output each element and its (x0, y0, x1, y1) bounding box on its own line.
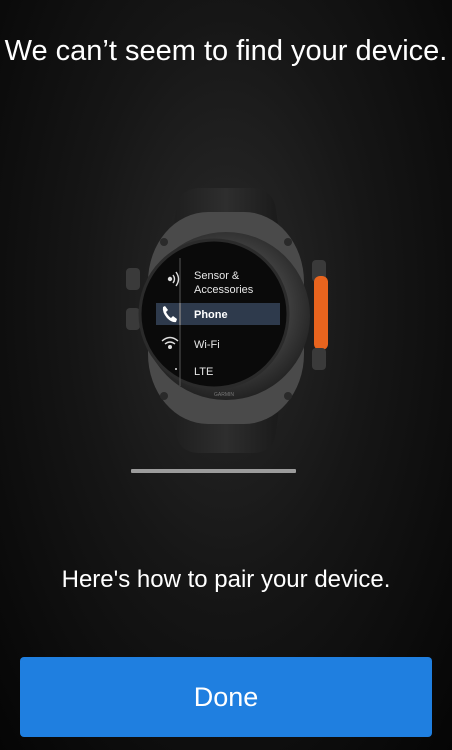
lte-icon (175, 368, 177, 370)
done-button[interactable]: Done (20, 657, 432, 737)
pairing-screen: We can’t seem to find your device. Senso… (0, 0, 452, 750)
page-indicator (131, 469, 296, 473)
menu-item-sensor-line1: Sensor & (194, 270, 240, 282)
watch-brand-logo: GARMIN (214, 392, 234, 398)
pairing-instructions-link[interactable]: Here's how to pair your device. (0, 563, 452, 597)
menu-item-sensor-line2: Accessories (194, 284, 254, 296)
menu-item-lte: LTE (194, 366, 213, 378)
menu-item-wifi: Wi-Fi (194, 339, 220, 351)
menu-item-phone: Phone (194, 309, 228, 321)
watch-accent-button (314, 276, 328, 350)
page-title: We can’t seem to find your device. (4, 35, 448, 67)
watch-illustration: Sensor & Accessories Phone Wi-Fi LTE GAR… (118, 186, 334, 454)
